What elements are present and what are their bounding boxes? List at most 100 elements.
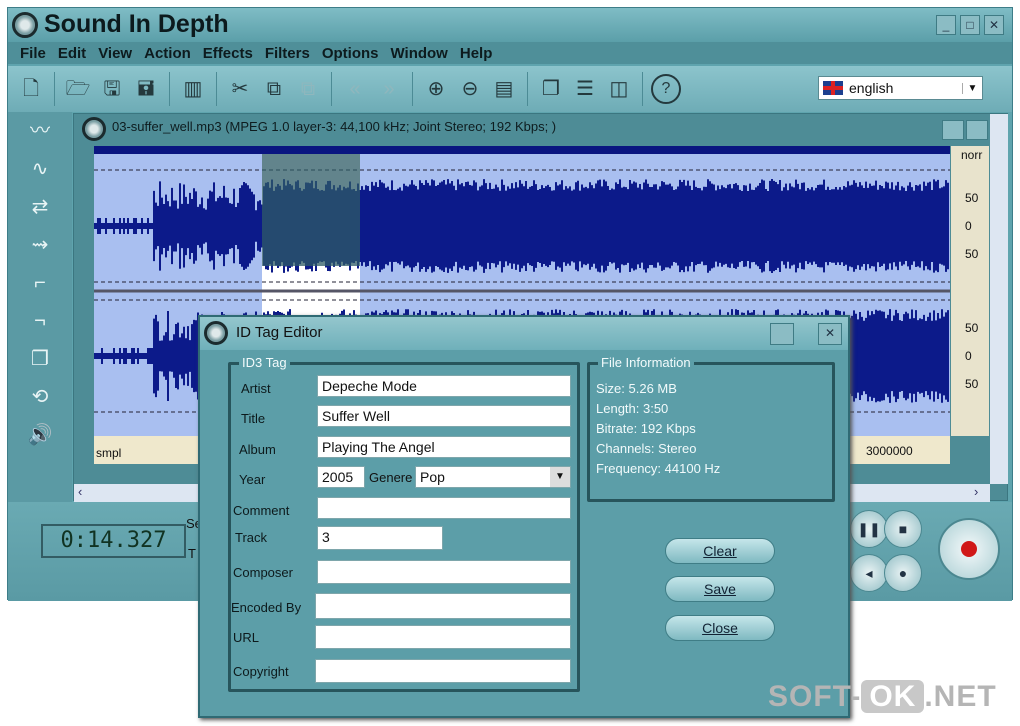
copyright-label: Copyright	[233, 664, 289, 679]
composer-input[interactable]	[317, 560, 571, 584]
ruler-label: 50	[965, 321, 979, 335]
chevron-down-icon[interactable]: ▼	[550, 467, 570, 487]
year-input[interactable]: 2005	[317, 466, 365, 488]
new-file-icon[interactable]: 🗋	[16, 74, 46, 104]
encoded-by-input[interactable]	[315, 593, 571, 619]
timeline-label: 3000000	[866, 444, 913, 458]
redo-icon[interactable]: »	[374, 74, 404, 104]
loop-button[interactable]: ●	[884, 554, 922, 592]
vertical-scrollbar[interactable]	[990, 114, 1008, 484]
maximize-button[interactable]: □	[960, 15, 980, 35]
transport-label: T	[188, 546, 196, 561]
language-select[interactable]: english ▼	[818, 76, 983, 100]
menu-options[interactable]: Options	[322, 45, 379, 62]
copy-icon[interactable]: ⧉	[259, 74, 289, 104]
pause-button[interactable]: ❚❚	[850, 510, 888, 548]
left-tool-panel: 〰 ∿ ⇄ ⇝ ⌐ ¬ ❐ ⟲ 🔊	[8, 112, 72, 502]
cascade-icon[interactable]: ❐	[536, 74, 566, 104]
selection-overlay	[262, 154, 360, 266]
track-input[interactable]: 3	[317, 526, 443, 550]
composer-label: Composer	[233, 565, 293, 580]
document-title: 03-suffer_well.mp3 (MPEG 1.0 layer-3: 44…	[112, 119, 557, 134]
title-bar: Sound In Depth _ □ ✕	[8, 8, 1012, 42]
menu-action[interactable]: Action	[144, 45, 191, 62]
artist-input[interactable]: Depeche Mode	[317, 375, 571, 397]
fade-out-tool-icon[interactable]: ¬	[8, 302, 72, 340]
time-display: 0:14.327	[41, 524, 186, 558]
ruler-label: norr	[961, 148, 983, 162]
save-icon[interactable]: 🖫	[97, 74, 127, 104]
spectrum-icon[interactable]: ▥	[178, 74, 208, 104]
paste-icon[interactable]: ⧉	[293, 74, 323, 104]
scroll-left-icon[interactable]: ‹	[78, 484, 82, 499]
title-input[interactable]: Suffer Well	[317, 405, 571, 427]
app-logo-icon	[12, 12, 38, 38]
menu-file[interactable]: File	[20, 45, 46, 62]
zoom-out-icon[interactable]: ⊖	[455, 74, 485, 104]
record-button[interactable]	[938, 518, 1000, 580]
rewind-button[interactable]: ◂	[850, 554, 888, 592]
menu-filters[interactable]: Filters	[265, 45, 310, 62]
artist-label: Artist	[241, 381, 271, 396]
volume-tool-icon[interactable]: 🔊	[8, 416, 72, 454]
copyright-input[interactable]	[315, 659, 571, 683]
windows-tool-icon[interactable]: ❐	[8, 340, 72, 378]
genre-value: Pop	[420, 469, 445, 485]
amplify-tool-icon[interactable]: ∿	[8, 150, 72, 188]
menu-effects[interactable]: Effects	[203, 45, 253, 62]
doc-minimize-button[interactable]	[942, 120, 964, 140]
fade-in-tool-icon[interactable]: ⌐	[8, 264, 72, 302]
save-button[interactable]: Save	[665, 576, 775, 602]
scroll-right-icon[interactable]: ›	[974, 484, 978, 499]
clear-button[interactable]: Clear	[665, 538, 775, 564]
stop-button[interactable]: ■	[884, 510, 922, 548]
comment-label: Comment	[233, 503, 290, 518]
url-label: URL	[233, 630, 260, 645]
help-icon[interactable]: ?	[651, 74, 681, 104]
document-icon	[82, 117, 106, 141]
menu-help[interactable]: Help	[460, 45, 493, 62]
zoom-in-icon[interactable]: ⊕	[421, 74, 451, 104]
overview-strip	[94, 146, 950, 154]
close-button[interactable]: Close	[665, 615, 775, 641]
file-size: Size: 5.26 MB	[596, 381, 677, 396]
group-label: ID3 Tag	[239, 355, 290, 370]
tile-horizontal-icon[interactable]: ☰	[570, 74, 600, 104]
tile-vertical-icon[interactable]: ◫	[604, 74, 634, 104]
file-channels: Channels: Stereo	[596, 441, 697, 456]
channel-left-wave	[94, 179, 949, 273]
echo-tool-icon[interactable]: ⇝	[8, 226, 72, 264]
track-label: Track	[235, 530, 268, 545]
undo-icon[interactable]: «	[340, 74, 370, 104]
url-input[interactable]	[315, 625, 571, 649]
cut-icon[interactable]: ✂	[225, 74, 255, 104]
fit-window-icon[interactable]: ▤	[489, 74, 519, 104]
waveform-tool-icon[interactable]: 〰	[8, 112, 72, 150]
genre-select[interactable]: Pop ▼	[415, 466, 571, 488]
watermark-text: SOFT-	[768, 680, 862, 713]
dialog-close-button[interactable]: ✕	[818, 323, 842, 345]
loop-tool-icon[interactable]: ⟲	[8, 378, 72, 416]
album-input[interactable]: Playing The Angel	[317, 436, 571, 458]
dialog-minimize-button[interactable]	[770, 323, 794, 345]
reverse-tool-icon[interactable]: ⇄	[8, 188, 72, 226]
doc-restore-button[interactable]	[966, 120, 988, 140]
minimize-button[interactable]: _	[936, 15, 956, 35]
chevron-down-icon[interactable]: ▼	[962, 82, 982, 94]
id3-tag-group: ID3 Tag Artist Depeche Mode Title Suffer…	[228, 355, 580, 692]
comment-input[interactable]	[317, 497, 571, 519]
ruler-label: 50	[965, 377, 979, 391]
menu-edit[interactable]: Edit	[58, 45, 86, 62]
menu-view[interactable]: View	[98, 45, 132, 62]
save-as-icon[interactable]: 🖬	[131, 74, 161, 104]
watermark: SOFT- OK .NET	[768, 680, 997, 714]
close-button[interactable]: ✕	[984, 15, 1004, 35]
menu-bar: File Edit View Action Effects Filters Op…	[8, 42, 1012, 64]
file-length: Length: 3:50	[596, 401, 669, 416]
ruler-label: 50	[965, 191, 979, 205]
amplitude-ruler: norr 50 0 50 50 0 50	[951, 146, 989, 436]
dialog-title-bar: ID Tag Editor ✕	[200, 317, 848, 350]
menu-window[interactable]: Window	[391, 45, 448, 62]
open-icon[interactable]: 🗁	[63, 74, 93, 104]
file-frequency: Frequency: 44100 Hz	[596, 461, 721, 476]
